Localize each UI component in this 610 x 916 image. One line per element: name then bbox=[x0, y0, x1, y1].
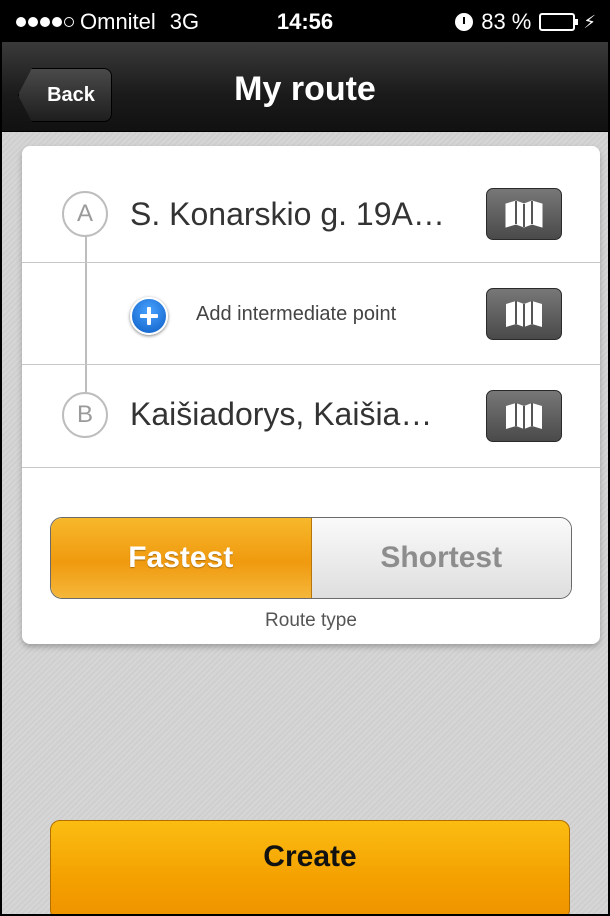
alarm-icon bbox=[455, 13, 474, 31]
route-type-fastest[interactable]: Fastest bbox=[51, 518, 312, 598]
add-intermediate-icon[interactable] bbox=[130, 297, 168, 335]
screen: Omnitel 3G 14:56 83 % ⚡ Back My route A … bbox=[0, 0, 610, 916]
route-type-selector: Fastest Shortest bbox=[50, 517, 572, 599]
status-right: 83 % ⚡ bbox=[455, 9, 596, 35]
point-a-marker: A bbox=[62, 191, 108, 237]
route-type-shortest[interactable]: Shortest bbox=[311, 518, 571, 598]
create-button[interactable]: Create bbox=[50, 820, 570, 914]
battery-percent: 83 % bbox=[481, 9, 532, 34]
destination-address[interactable]: Kaišiadorys, Kaišia… bbox=[130, 396, 475, 433]
intermediate-map-button[interactable] bbox=[486, 288, 562, 340]
start-address[interactable]: S. Konarskio g. 19A… bbox=[130, 196, 475, 233]
point-b-marker: B bbox=[62, 392, 108, 438]
map-icon bbox=[505, 200, 543, 228]
start-point-row[interactable]: A S. Konarskio g. 19A… bbox=[22, 146, 600, 263]
map-icon bbox=[506, 403, 542, 429]
destination-point-row[interactable]: B Kaišiadorys, Kaišia… bbox=[22, 365, 600, 468]
page-title: My route bbox=[234, 70, 376, 108]
status-bar: Omnitel 3G 14:56 83 % ⚡ bbox=[2, 2, 608, 42]
charging-bolt-icon: ⚡ bbox=[583, 11, 596, 32]
navigation-bar: Back My route bbox=[2, 42, 608, 132]
intermediate-point-row[interactable]: Add intermediate point bbox=[22, 263, 600, 365]
battery-icon bbox=[539, 13, 579, 31]
route-type-caption: Route type bbox=[265, 610, 357, 631]
destination-map-button[interactable] bbox=[486, 390, 562, 442]
route-card: A S. Konarskio g. 19A… Add intermediate … bbox=[22, 146, 600, 644]
map-icon bbox=[506, 301, 542, 327]
add-intermediate-label[interactable]: Add intermediate point bbox=[196, 303, 396, 326]
start-map-button[interactable] bbox=[486, 188, 562, 240]
